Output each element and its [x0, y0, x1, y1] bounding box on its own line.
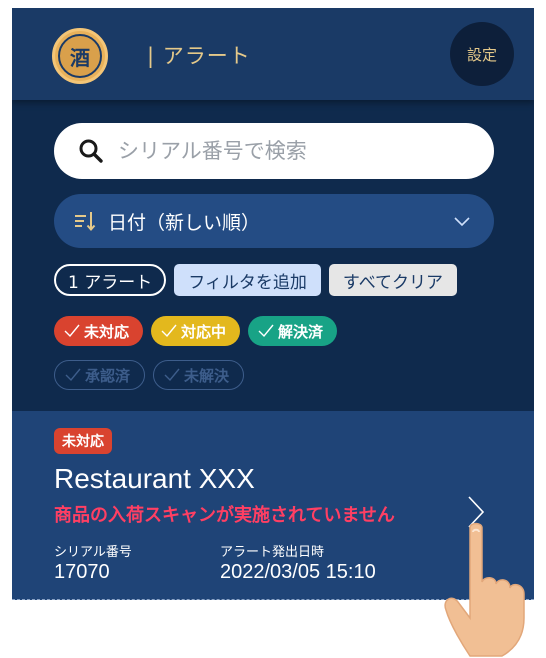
alert-count-chip: 1 アラート [54, 264, 167, 296]
chevron-down-icon [454, 217, 470, 227]
sort-label: 日付（新しい順） [108, 211, 261, 234]
page-title: | アラート [147, 44, 251, 68]
status-filter-label: 承認済 [85, 366, 131, 385]
restaurant-name: Restaurant XXX [54, 463, 255, 494]
search-bar[interactable] [54, 123, 494, 179]
status-filter-row: 未対応 対応中 解決済 [54, 316, 338, 346]
status-filter-unresolved[interactable]: 未解決 [153, 360, 245, 390]
status-filter-in-progress[interactable]: 対応中 [151, 316, 241, 346]
alert-date-value: 2022/03/05 15:10 [220, 561, 376, 583]
search-input[interactable] [118, 139, 448, 163]
brand-logo: 酒 [52, 28, 108, 84]
check-icon [161, 324, 177, 338]
status-filter-row-inactive: 承認済 未解決 [54, 360, 245, 390]
check-icon [258, 324, 274, 338]
app-screen: 酒 | アラート 設定 日付（新しい順） 1 アラート フィルタを追加 すべてク… [12, 8, 534, 600]
status-filter-approved[interactable]: 承認済 [54, 360, 146, 390]
check-icon [164, 368, 180, 382]
settings-button[interactable]: 設定 [450, 22, 514, 86]
alert-message: 商品の入荷スキャンが実施されていません [54, 505, 395, 526]
logo-mark: 酒 [58, 34, 102, 78]
status-filter-label: 未対応 [84, 322, 130, 341]
check-icon [65, 368, 81, 382]
status-filter-label: 未解決 [184, 366, 230, 385]
sort-dropdown[interactable]: 日付（新しい順） [54, 194, 494, 248]
status-badge: 未対応 [54, 428, 112, 454]
status-filter-label: 対応中 [181, 322, 227, 341]
status-filter-resolved[interactable]: 解決済 [248, 316, 338, 346]
check-icon [64, 324, 80, 338]
status-filter-unhandled[interactable]: 未対応 [54, 316, 144, 346]
alert-date-label: アラート発出日時 [220, 545, 325, 560]
serial-label: シリアル番号 [54, 545, 132, 560]
add-filter-button[interactable]: フィルタを追加 [174, 264, 321, 296]
serial-value: 17070 [54, 561, 110, 583]
filter-actions: 1 アラート フィルタを追加 すべてクリア [54, 264, 458, 296]
search-icon [79, 139, 103, 163]
sort-icon [75, 212, 96, 232]
pointing-hand-icon [444, 522, 525, 657]
status-filter-label: 解決済 [278, 322, 324, 341]
header: 酒 | アラート 設定 [12, 8, 534, 100]
clear-all-button[interactable]: すべてクリア [328, 264, 458, 296]
